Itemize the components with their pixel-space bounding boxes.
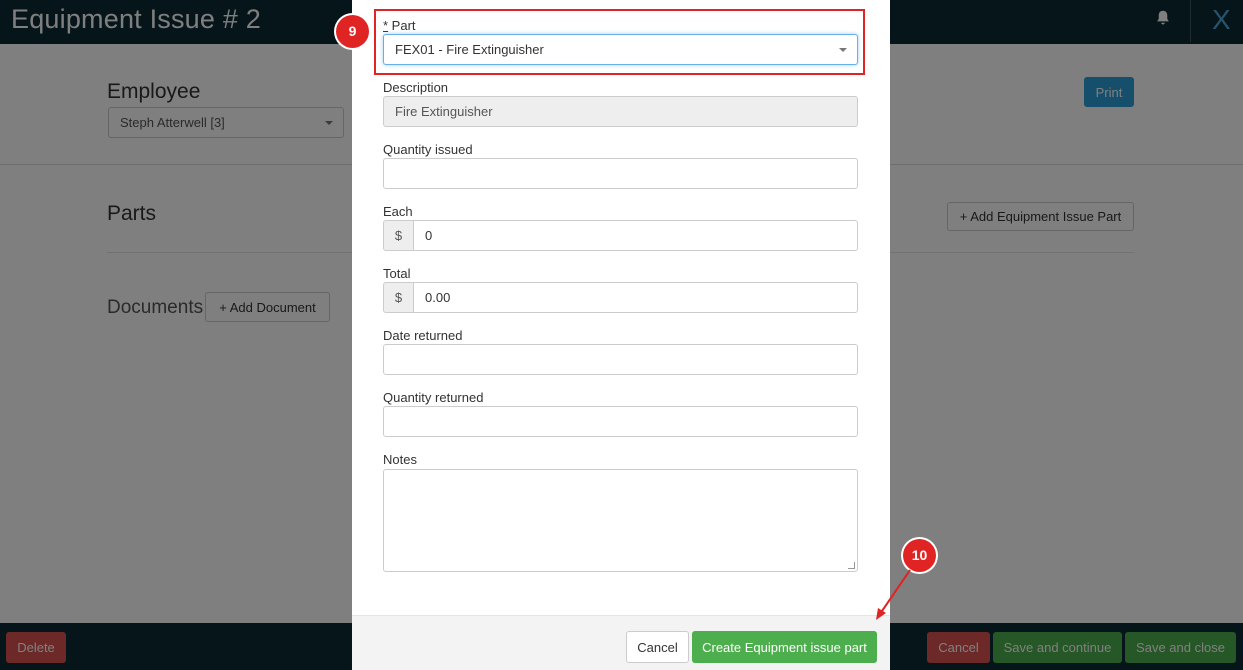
quantity-issued-input[interactable] xyxy=(383,158,858,189)
resize-handle-icon[interactable] xyxy=(848,562,855,569)
each-label: Each xyxy=(383,204,413,219)
total-currency-addon: $ xyxy=(383,282,414,313)
modal-cancel-button[interactable]: Cancel xyxy=(626,631,689,663)
step-marker-9: 9 xyxy=(336,15,369,48)
quantity-returned-label: Quantity returned xyxy=(383,390,484,405)
each-currency-addon: $ xyxy=(383,220,414,251)
notes-textarea[interactable] xyxy=(383,469,858,572)
quantity-returned-input[interactable] xyxy=(383,406,858,437)
notes-label: Notes xyxy=(383,452,417,467)
create-equipment-issue-part-button[interactable]: Create Equipment issue part xyxy=(692,631,877,663)
total-input[interactable]: 0.00 xyxy=(413,282,858,313)
each-input[interactable]: 0 xyxy=(413,220,858,251)
description-label: Description xyxy=(383,80,449,95)
description-field: Fire Extinguisher xyxy=(383,96,858,127)
part-field-highlight xyxy=(374,9,865,75)
equipment-issue-part-modal: * Part FEX01 - Fire Extinguisher Descrip… xyxy=(352,0,890,670)
modal-footer: Cancel Create Equipment issue part xyxy=(352,615,890,670)
date-returned-input[interactable] xyxy=(383,344,858,375)
step-marker-10: 10 xyxy=(903,539,936,572)
date-returned-label: Date returned xyxy=(383,328,463,343)
total-label: Total xyxy=(383,266,411,281)
quantity-issued-label: Quantity issued xyxy=(383,142,473,157)
